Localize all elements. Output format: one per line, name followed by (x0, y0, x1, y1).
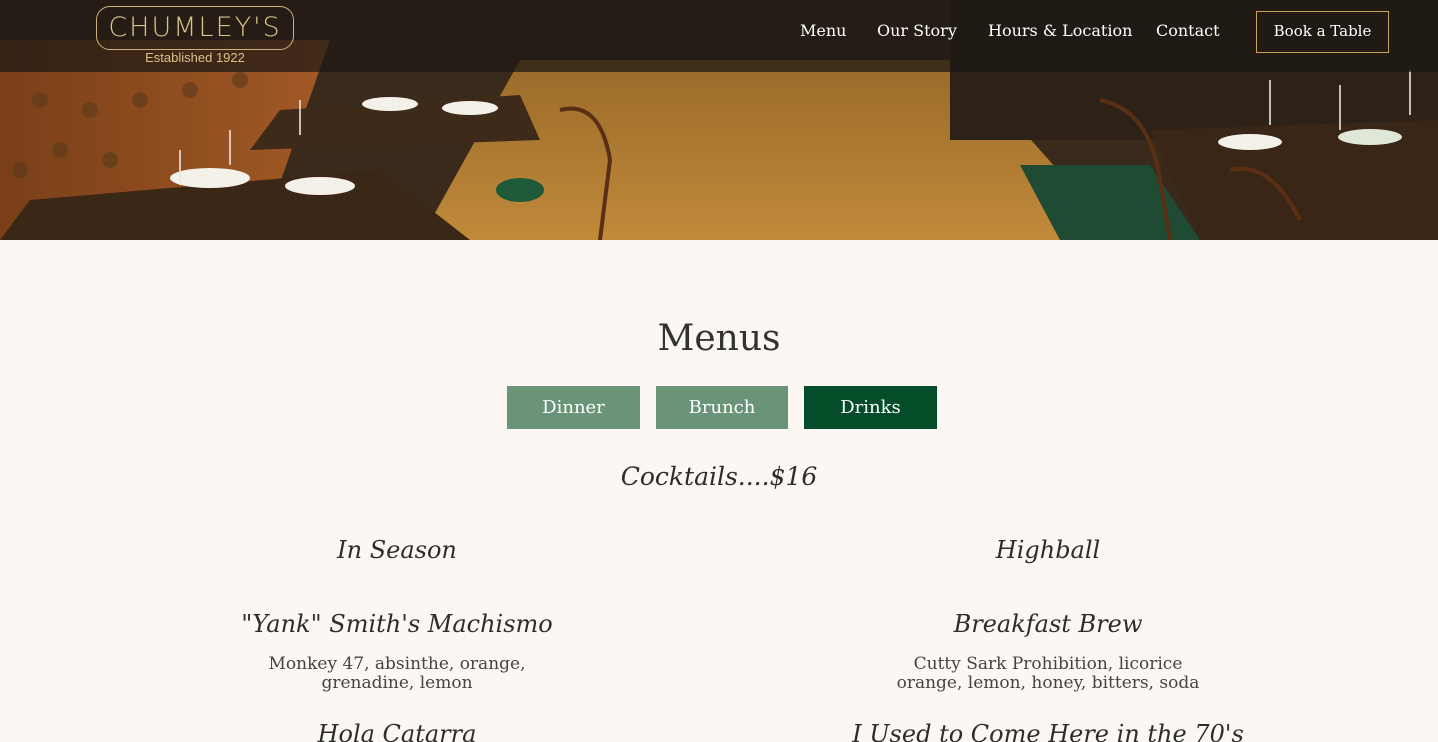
nav-menu[interactable]: Menu (800, 21, 846, 40)
book-table-button[interactable]: Book a Table (1256, 11, 1389, 53)
drink-name: Hola Catarra (317, 720, 477, 742)
logo[interactable]: CHUMLEY'S Established 1922 (96, 6, 294, 66)
header-bar: CHUMLEY'S Established 1922 Menu Our Stor… (0, 0, 1438, 72)
column-heading-highball: Highball (995, 536, 1101, 564)
tab-brunch[interactable]: Brunch (656, 386, 788, 429)
nav-contact[interactable]: Contact (1156, 21, 1220, 40)
drink-description: Monkey 47, absinthe, orange, grenadine, … (97, 655, 697, 693)
drink-description-line: orange, lemon, honey, bitters, soda (896, 673, 1200, 693)
column-heading-in-season: In Season (337, 536, 457, 564)
drink-name: I Used to Come Here in the 70's (852, 720, 1244, 742)
tab-drinks[interactable]: Drinks (804, 386, 937, 429)
drink-description: Cutty Sark Prohibition, licorice orange,… (748, 655, 1348, 693)
drink-description-line: Monkey 47, absinthe, orange, (268, 654, 526, 674)
nav-hours-location[interactable]: Hours & Location (988, 21, 1132, 40)
logo-text: CHUMLEY'S (108, 12, 282, 43)
drink-name: Breakfast Brew (953, 610, 1143, 638)
logo-subtitle: Established 1922 (145, 50, 245, 65)
drink-name: "Yank" Smith's Machismo (241, 610, 553, 638)
section-title: Cocktails....$16 (620, 462, 818, 491)
drink-description-line: grenadine, lemon (321, 673, 473, 693)
nav-our-story[interactable]: Our Story (877, 21, 957, 40)
page-title: Menus (657, 318, 781, 359)
drink-description-line: Cutty Sark Prohibition, licorice (913, 654, 1183, 674)
tab-dinner[interactable]: Dinner (507, 386, 640, 429)
